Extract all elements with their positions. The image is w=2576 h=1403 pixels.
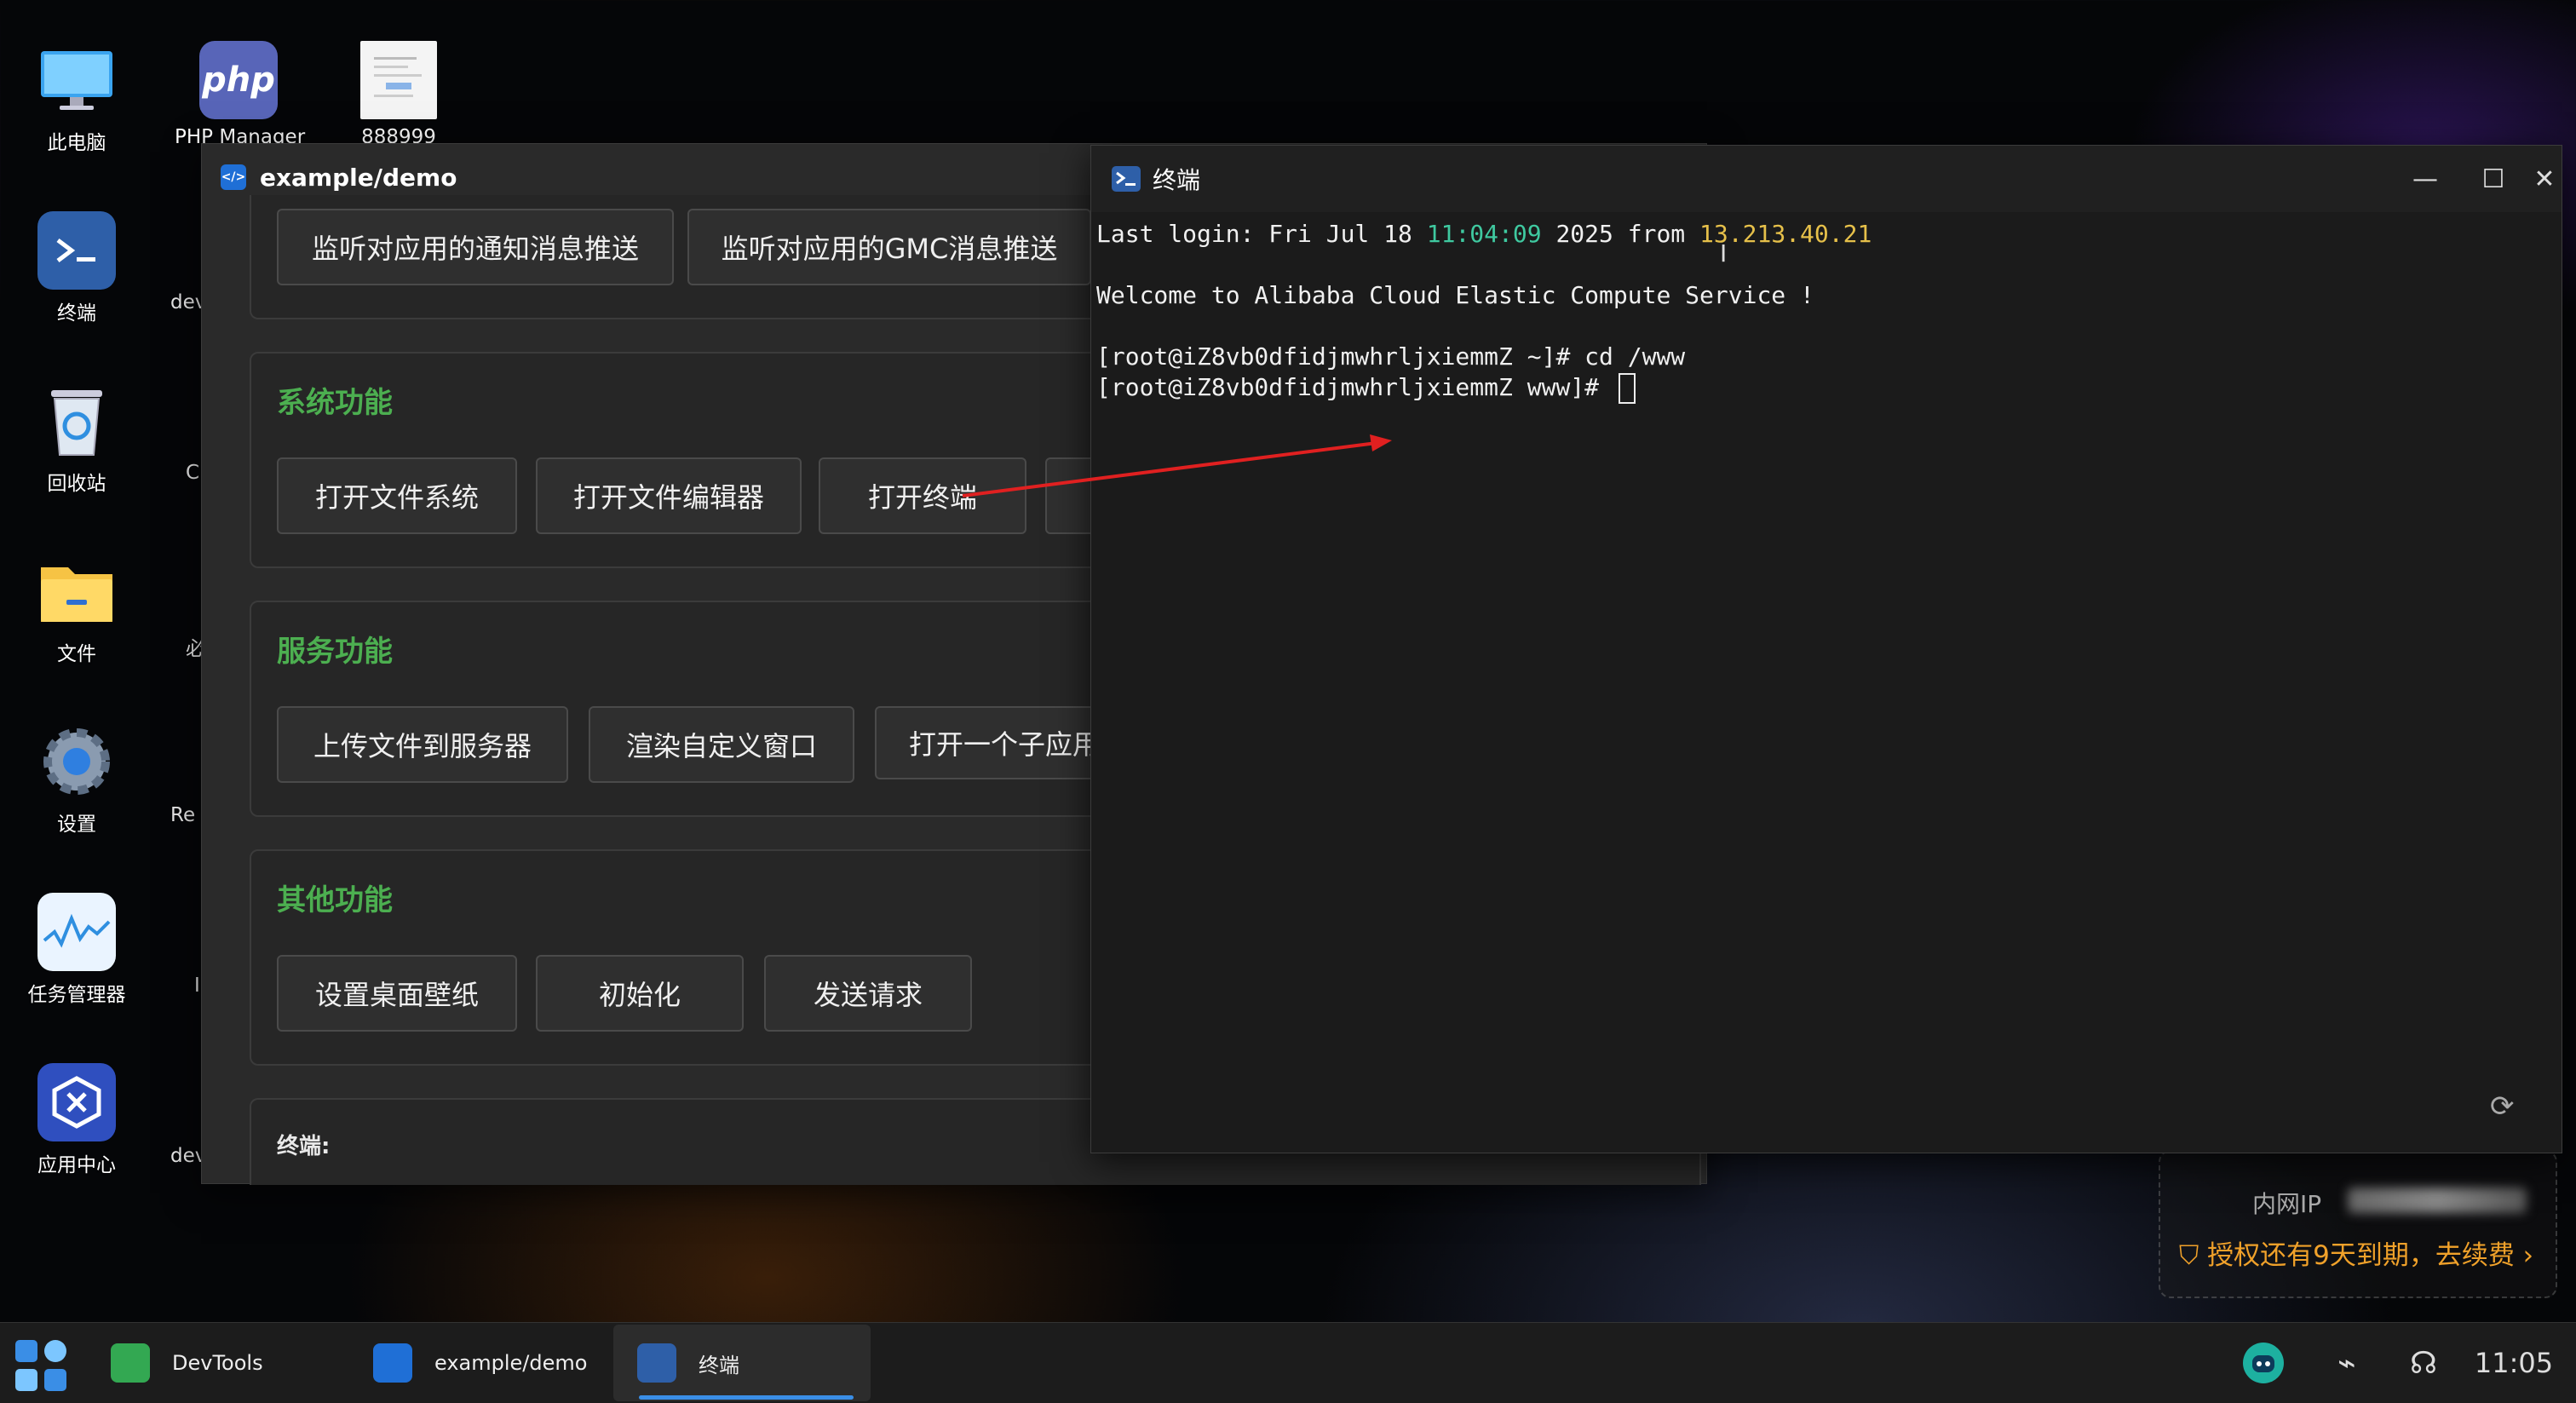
bug-icon [111,1343,150,1383]
annotation-arrow [962,434,1392,497]
taskbar-app-terminal[interactable]: 终端 [613,1325,871,1401]
terminal-icon [637,1343,676,1383]
clock: 11:05 [2474,1347,2554,1379]
assistant-bot-icon[interactable] [2234,1323,2293,1403]
start-menu-icon[interactable] [14,1338,68,1393]
taskbar-app-devtools[interactable]: DevTools [87,1325,348,1401]
activity-monitor-icon[interactable]: ⌁ [2317,1323,2377,1403]
headset-icon[interactable]: ☊ [2394,1323,2453,1403]
code-app-icon [373,1343,412,1383]
taskbar-app-label: example/demo [434,1351,588,1375]
taskbar-app-demo[interactable]: example/demo [349,1325,610,1401]
taskbar-app-label: 终端 [699,1353,739,1377]
taskbar-app-label: DevTools [172,1351,263,1375]
taskbar: DevTools example/demo 终端 ⌁ ☊ 11:05 [0,1322,2576,1403]
